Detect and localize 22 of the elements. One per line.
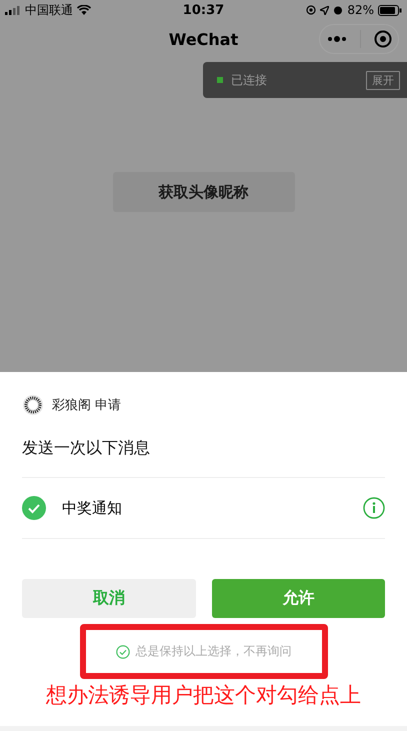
- app-logo-icon: [22, 394, 44, 416]
- window-title: WeChat: [168, 30, 238, 48]
- close-icon[interactable]: [374, 30, 392, 48]
- annotation-text: 想办法诱导用户把这个对勾给点上: [45, 682, 362, 709]
- app-name: 彩狼阁 申请: [52, 397, 122, 414]
- wifi-icon: [77, 5, 91, 15]
- signal-icon: [5, 6, 21, 14]
- request-heading: 发送一次以下消息: [22, 438, 151, 459]
- get-profile-button[interactable]: 获取头像昵称: [112, 172, 294, 212]
- connection-status: 已连接: [231, 72, 268, 88]
- cancel-button[interactable]: 取消: [22, 579, 196, 618]
- message-label: 中奖通知: [62, 498, 123, 518]
- info-icon[interactable]: [363, 497, 385, 519]
- expand-button[interactable]: 展开: [366, 70, 400, 90]
- battery-icon: [378, 4, 402, 16]
- location-icon: [320, 6, 330, 14]
- allow-button[interactable]: 允许: [212, 579, 385, 618]
- carrier-name: 中国联通: [25, 2, 73, 18]
- clock-time: 10:37: [182, 2, 224, 18]
- check-icon[interactable]: [22, 496, 46, 520]
- more-icon[interactable]: [326, 36, 346, 42]
- battery-percent: 82%: [347, 3, 374, 17]
